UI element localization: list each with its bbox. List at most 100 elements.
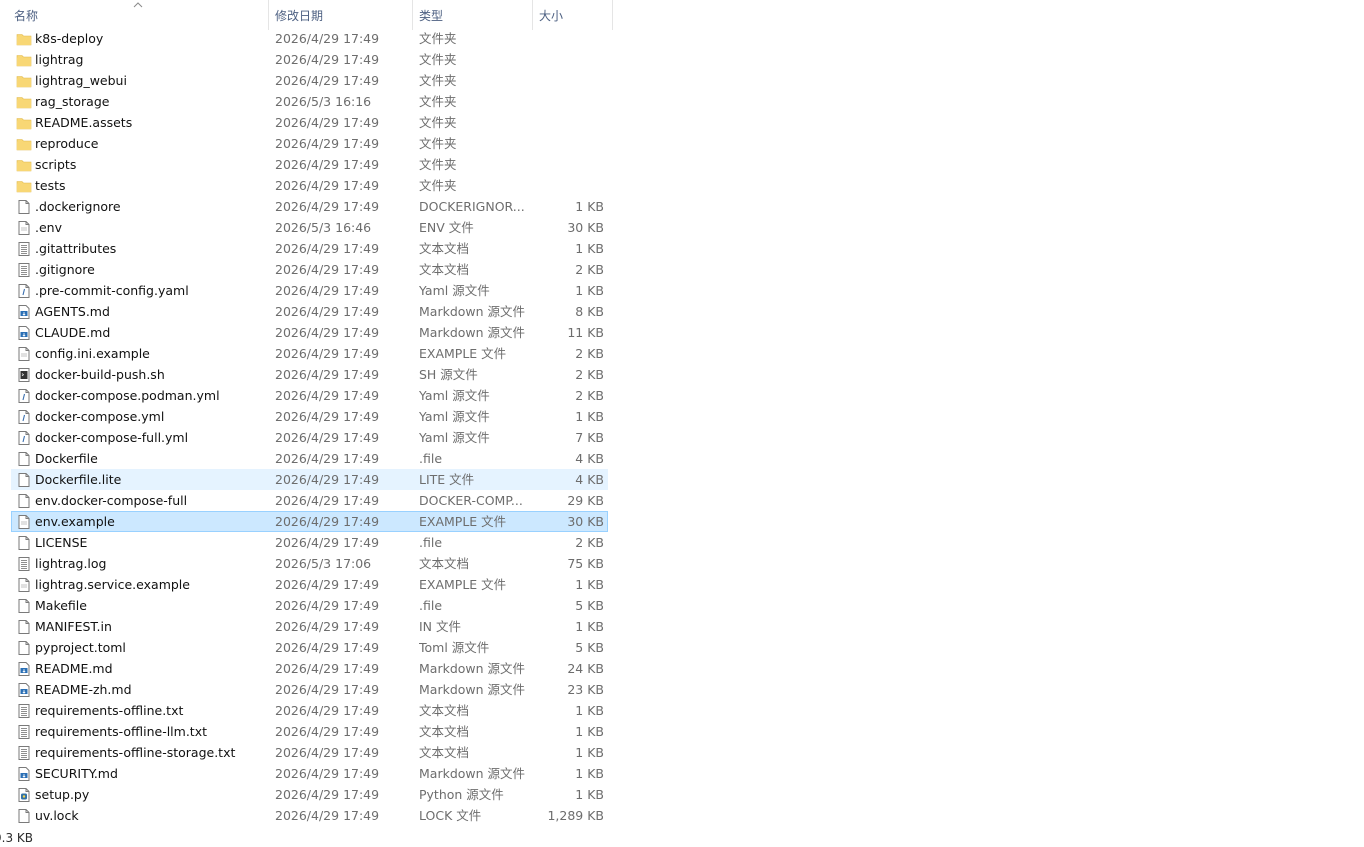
file-size (533, 70, 604, 91)
file-row[interactable]: config.ini.example 2026/4/29 17:49 EXAMPLE… (0, 343, 613, 364)
file-row[interactable]: MANIFEST.in 2026/4/29 17:49 IN 文件 1 KB (0, 616, 613, 637)
file-row[interactable]: requirements-offline-storage.txt 2026/4/2… (0, 742, 613, 763)
file-row[interactable]: SECURITY.md 2026/4/29 17:49 Markdown 源文件 1 … (0, 763, 613, 784)
file-name: .env (35, 220, 62, 235)
file-size: 11 KB (567, 325, 604, 340)
file-size: 1 KB (575, 409, 604, 424)
file-row[interactable]: Makefile 2026/4/29 17:49 .file 5 KB (0, 595, 613, 616)
file-row[interactable]: README.assets 2026/4/29 17:49 文件夹 (0, 112, 613, 133)
file-row[interactable]: env.docker-compose-full 2026/4/29 17:49 DO… (0, 490, 613, 511)
file-row[interactable]: lightrag_webui 2026/4/29 17:49 文件夹 (0, 70, 613, 91)
file-name: scripts (35, 157, 77, 172)
file-name: uv.lock (35, 808, 79, 823)
file-name: .gitattributes (35, 241, 117, 256)
file-row[interactable]: tests 2026/4/29 17:49 文件夹 (0, 175, 613, 196)
file-size: 1 KB (575, 283, 604, 298)
file-date: 2026/4/29 17:49 (275, 472, 380, 487)
text-document-icon (16, 745, 32, 761)
file-row[interactable]: CLAUDE.md 2026/4/29 17:49 Markdown 源文件 11 K… (0, 322, 613, 343)
file-name: .dockerignore (35, 199, 121, 214)
file-size: 1 KB (575, 199, 604, 214)
file-row[interactable]: .env 2026/5/3 16:46 ENV 文件 30 KB (0, 217, 613, 238)
file-row[interactable]: LICENSE 2026/4/29 17:49 .file 2 KB (0, 532, 613, 553)
file-row[interactable]: reproduce 2026/4/29 17:49 文件夹 (0, 133, 613, 154)
file-date: 2026/4/29 17:49 (275, 661, 380, 676)
yaml-file-icon (16, 388, 32, 404)
text-document-icon (16, 724, 32, 740)
column-header-name[interactable]: 名称 (8, 0, 269, 30)
file-row[interactable]: requirements-offline-llm.txt 2026/4/29 17… (0, 721, 613, 742)
file-row[interactable]: .gitignore 2026/4/29 17:49 文本文档 2 KB (0, 259, 613, 280)
file-icon (16, 598, 32, 614)
file-icon (16, 619, 32, 635)
file-type: 文件夹 (419, 157, 457, 172)
file-name: config.ini.example (35, 346, 150, 361)
file-name: requirements-offline-llm.txt (35, 724, 208, 739)
file-row[interactable]: env.example 2026/4/29 17:49 EXAMPLE 文件 30 K… (0, 511, 613, 532)
file-row[interactable]: .gitattributes 2026/4/29 17:49 文本文档 1 KB (0, 238, 613, 259)
file-type: 文本文档 (419, 556, 470, 571)
file-date: 2026/4/29 17:49 (275, 241, 380, 256)
markdown-file-icon (16, 325, 32, 341)
file-type: Yaml 源文件 (419, 409, 490, 424)
file-row[interactable]: docker-compose.yml 2026/4/29 17:49 Yaml 源文… (0, 406, 613, 427)
file-name: docker-compose.yml (35, 409, 165, 424)
file-size: 2 KB (575, 262, 604, 277)
file-explorer: 名称 修改日期 类型 大小 k8s-deploy 2026/4/29 17:49 文… (0, 0, 1364, 847)
file-name: README.assets (35, 115, 133, 130)
file-row[interactable]: AGENTS.md 2026/4/29 17:49 Markdown 源文件 8 KB (0, 301, 613, 322)
file-row[interactable]: pyproject.toml 2026/4/29 17:49 Toml 源文件 5 K… (0, 637, 613, 658)
file-size: 4 KB (575, 472, 604, 487)
file-row[interactable]: Dockerfile.lite 2026/4/29 17:49 LITE 文件 4 K… (0, 469, 613, 490)
file-date: 2026/4/29 17:49 (275, 157, 380, 172)
file-list: k8s-deploy 2026/4/29 17:49 文件夹 lightrag 2026… (0, 28, 613, 826)
file-name: lightrag.service.example (35, 577, 190, 592)
file-size: 1,289 KB (547, 808, 604, 823)
file-date: 2026/4/29 17:49 (275, 577, 380, 592)
file-size: 24 KB (567, 661, 604, 676)
file-size: 5 KB (575, 598, 604, 613)
markdown-file-icon (16, 766, 32, 782)
file-row[interactable]: k8s-deploy 2026/4/29 17:49 文件夹 (0, 28, 613, 49)
file-row[interactable]: uv.lock 2026/4/29 17:49 LOCK 文件 1,289 KB (0, 805, 613, 826)
file-type: 文件夹 (419, 94, 457, 109)
file-type: Yaml 源文件 (419, 388, 490, 403)
folder-icon (16, 31, 32, 47)
file-row[interactable]: requirements-offline.txt 2026/4/29 17:49 文… (0, 700, 613, 721)
file-row[interactable]: docker-build-push.sh 2026/4/29 17:49 SH 源文… (0, 364, 613, 385)
file-date: 2026/4/29 17:49 (275, 388, 380, 403)
file-type: 文件夹 (419, 115, 457, 130)
file-size: 2 KB (575, 388, 604, 403)
shell-script-icon (16, 367, 32, 383)
file-row[interactable]: Dockerfile 2026/4/29 17:49 .file 4 KB (0, 448, 613, 469)
file-row[interactable]: lightrag 2026/4/29 17:49 文件夹 (0, 49, 613, 70)
file-type: LOCK 文件 (419, 808, 482, 823)
file-icon (16, 514, 32, 530)
file-type: 文本文档 (419, 724, 470, 739)
file-size: 1 KB (575, 703, 604, 718)
file-row[interactable]: lightrag.service.example 2026/4/29 17:49 E… (0, 574, 613, 595)
file-date: 2026/4/29 17:49 (275, 682, 380, 697)
file-name: lightrag (35, 52, 84, 67)
file-type: 文件夹 (419, 73, 457, 88)
file-name: AGENTS.md (35, 304, 110, 319)
file-row[interactable]: setup.py 2026/4/29 17:49 Python 源文件 1 KB (0, 784, 613, 805)
column-header-date[interactable]: 修改日期 (269, 0, 413, 30)
column-header-type[interactable]: 类型 (413, 0, 533, 30)
file-size (533, 49, 604, 70)
file-row[interactable]: .dockerignore 2026/4/29 17:49 DOCKERIGNOR.… (0, 196, 613, 217)
file-row[interactable]: scripts 2026/4/29 17:49 文件夹 (0, 154, 613, 175)
file-size: 5 KB (575, 640, 604, 655)
file-row[interactable]: lightrag.log 2026/5/3 17:06 文本文档 75 KB (0, 553, 613, 574)
file-row[interactable]: rag_storage 2026/5/3 16:16 文件夹 (0, 91, 613, 112)
file-row[interactable]: docker-compose.podman.yml 2026/4/29 17:49… (0, 385, 613, 406)
column-header-size[interactable]: 大小 (533, 0, 613, 30)
markdown-file-icon (16, 304, 32, 320)
file-row[interactable]: .pre-commit-config.yaml 2026/4/29 17:49 Ya… (0, 280, 613, 301)
file-row[interactable]: README-zh.md 2026/4/29 17:49 Markdown 源文件 2… (0, 679, 613, 700)
file-name: Makefile (35, 598, 87, 613)
file-row[interactable]: docker-compose-full.yml 2026/4/29 17:49 Ya… (0, 427, 613, 448)
file-type: .file (419, 451, 443, 466)
file-icon (16, 199, 32, 215)
file-row[interactable]: README.md 2026/4/29 17:49 Markdown 源文件 24 K… (0, 658, 613, 679)
